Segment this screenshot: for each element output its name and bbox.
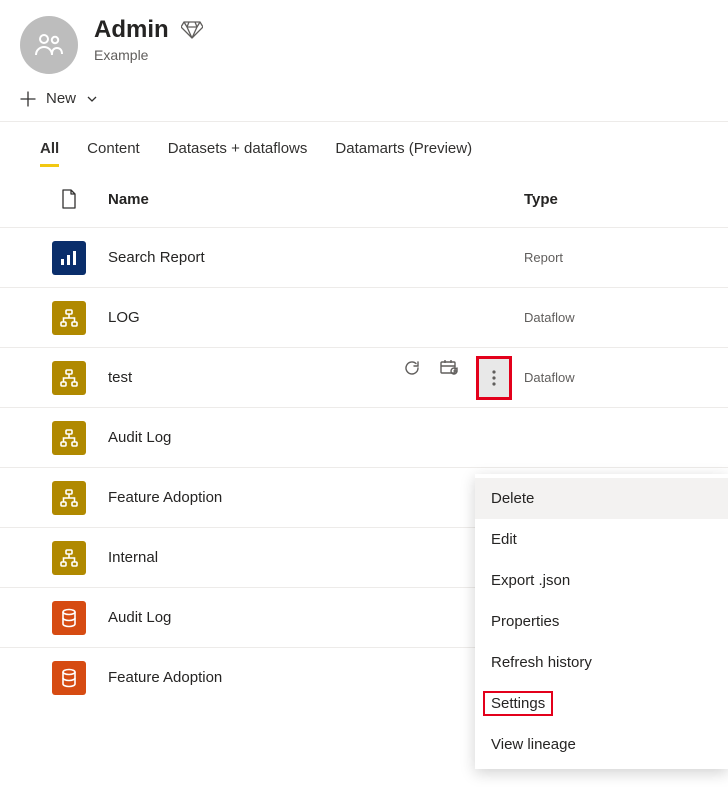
table-row[interactable]: Audit Log xyxy=(0,407,728,467)
workspace-title: Admin xyxy=(94,16,169,45)
menu-item-properties[interactable]: Properties xyxy=(475,601,728,642)
workspace-subtitle: Example xyxy=(94,47,203,63)
more-vertical-icon xyxy=(492,369,496,387)
dataflow-icon xyxy=(52,421,86,455)
item-name[interactable]: Internal xyxy=(90,549,368,566)
item-name[interactable]: Audit Log xyxy=(90,609,368,626)
item-type: Dataflow xyxy=(518,310,708,325)
tab-content[interactable]: Content xyxy=(87,140,140,167)
context-menu: DeleteEditExport .jsonPropertiesRefresh … xyxy=(475,474,728,769)
dataflow-icon xyxy=(52,301,86,335)
dataflow-icon xyxy=(52,361,86,395)
dataset-icon xyxy=(52,661,86,695)
dataflow-icon xyxy=(52,541,86,575)
refresh-icon[interactable] xyxy=(402,358,422,378)
people-icon xyxy=(34,32,64,58)
new-button-label: New xyxy=(46,90,76,107)
item-name[interactable]: LOG xyxy=(90,309,368,326)
dataset-icon xyxy=(52,601,86,635)
column-header-name[interactable]: Name xyxy=(90,191,368,208)
grid-header: Name Type xyxy=(0,167,728,227)
command-bar: New xyxy=(0,84,728,122)
menu-item-export-json[interactable]: Export .json xyxy=(475,560,728,601)
workspace-header: Admin Example xyxy=(0,0,728,84)
plus-icon xyxy=(20,91,36,107)
workspace-avatar xyxy=(20,16,78,74)
premium-diamond-icon xyxy=(181,21,203,39)
item-name[interactable]: Search Report xyxy=(90,249,368,266)
file-icon xyxy=(61,189,77,209)
more-options-button[interactable] xyxy=(478,358,510,398)
tab-datamarts-preview-[interactable]: Datamarts (Preview) xyxy=(335,140,472,167)
menu-item-settings[interactable]: Settings xyxy=(475,683,728,724)
table-row[interactable]: LOG Dataflow xyxy=(0,287,728,347)
item-type: Report xyxy=(518,250,708,265)
dataflow-icon xyxy=(52,481,86,515)
menu-item-delete[interactable]: Delete xyxy=(475,478,728,519)
menu-item-edit[interactable]: Edit xyxy=(475,519,728,560)
item-name[interactable]: test xyxy=(90,369,368,386)
schedule-refresh-icon[interactable] xyxy=(440,358,460,378)
menu-item-refresh-history[interactable]: Refresh history xyxy=(475,642,728,683)
item-name[interactable]: Feature Adoption xyxy=(90,489,368,506)
column-header-type[interactable]: Type xyxy=(518,191,708,208)
view-tabs: All Content Datasets + dataflows Datamarts … xyxy=(0,122,728,167)
new-button[interactable]: New xyxy=(20,90,98,107)
report-icon xyxy=(52,241,86,275)
item-name[interactable]: Audit Log xyxy=(90,429,368,446)
item-name[interactable]: Feature Adoption xyxy=(90,669,368,686)
chevron-down-icon xyxy=(86,93,98,105)
table-row[interactable]: test Dataflow xyxy=(0,347,728,407)
menu-item-view-lineage[interactable]: View lineage xyxy=(475,724,728,765)
table-row[interactable]: Search Report Report xyxy=(0,227,728,287)
item-type: Dataflow xyxy=(518,370,708,385)
tab-all[interactable]: All xyxy=(40,140,59,167)
tab-datasets-dataflows[interactable]: Datasets + dataflows xyxy=(168,140,308,167)
